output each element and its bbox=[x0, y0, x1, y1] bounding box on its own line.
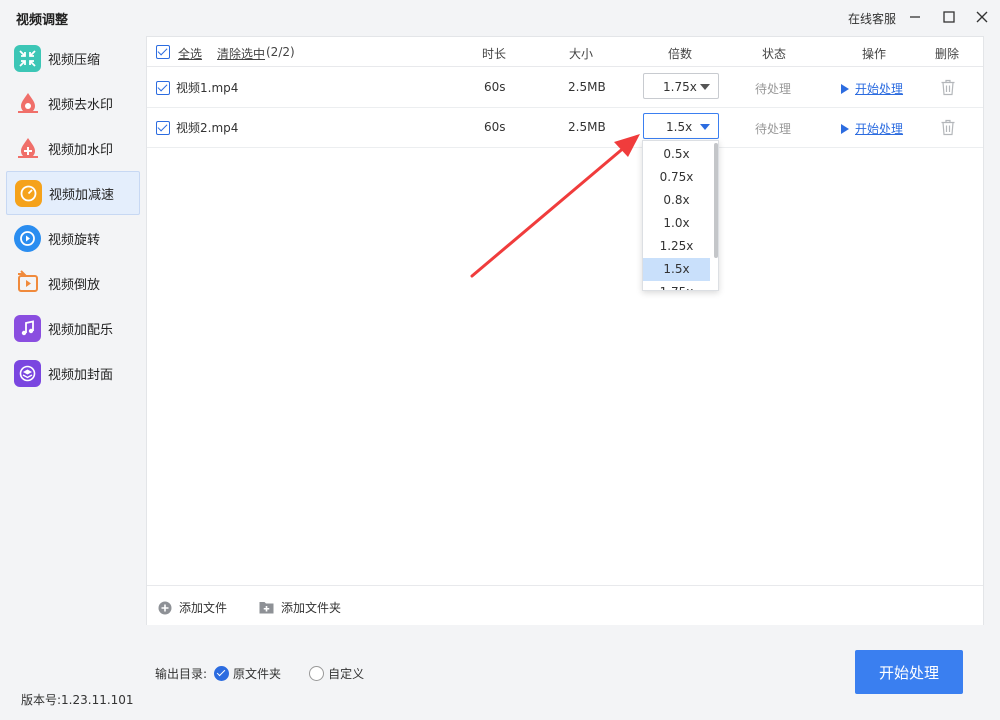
speed-select-value: 1.5x bbox=[666, 120, 693, 134]
table-row: 视频1.mp4 60s 2.5MB 1.75x 待处理 开始处理 bbox=[147, 68, 983, 108]
start-process-label: 开始处理 bbox=[855, 82, 904, 96]
add-folder-label: 添加文件夹 bbox=[281, 601, 342, 615]
reverse-icon bbox=[14, 270, 41, 297]
play-icon bbox=[841, 83, 849, 94]
remove-watermark-icon bbox=[14, 90, 41, 117]
start-process-label: 开始处理 bbox=[855, 122, 904, 136]
sidebar-item-label: 视频加配乐 bbox=[48, 322, 114, 338]
sidebar-item-label: 视频倒放 bbox=[48, 277, 101, 293]
maximize-button[interactable] bbox=[940, 8, 958, 26]
sidebar-item-cover[interactable]: 视频加封面 bbox=[6, 351, 140, 395]
sidebar-item-label: 视频压缩 bbox=[48, 52, 101, 68]
speed-option[interactable]: 0.75x bbox=[643, 166, 710, 189]
output-directory: 输出目录: 原文件夹 自定义 bbox=[155, 665, 364, 682]
trash-icon bbox=[941, 119, 955, 136]
start-process-link[interactable]: 开始处理 bbox=[841, 120, 903, 137]
sidebar-item-label: 视频去水印 bbox=[48, 97, 114, 113]
sidebar-item-speed[interactable]: 视频加减速 bbox=[6, 171, 140, 215]
status-text: 待处理 bbox=[755, 82, 792, 96]
chevron-down-icon bbox=[700, 124, 710, 130]
add-watermark-icon bbox=[14, 135, 41, 162]
speed-option[interactable]: 1.0x bbox=[643, 212, 710, 235]
table-row: 视频2.mp4 60s 2.5MB 1.5x 待处理 开始处理 bbox=[147, 108, 983, 148]
clear-selected-link[interactable]: 清除选中 bbox=[217, 45, 265, 62]
original-folder-label: 原文件夹 bbox=[233, 667, 282, 681]
minimize-button[interactable] bbox=[906, 8, 924, 26]
header-delete: 删除 bbox=[935, 47, 960, 61]
start-processing-button[interactable]: 开始处理 bbox=[855, 650, 963, 694]
close-button[interactable] bbox=[973, 8, 991, 26]
radio-custom-folder[interactable] bbox=[309, 666, 325, 681]
compress-icon bbox=[14, 44, 41, 72]
file-list-panel: 全选 清除选中 (2/2) 时长 大小 倍数 状态 操作 删除 视频1.mp4 … bbox=[146, 36, 984, 625]
delete-button[interactable] bbox=[940, 79, 956, 99]
add-folder-button[interactable]: 添加文件夹 bbox=[259, 599, 341, 616]
file-duration: 60s bbox=[484, 80, 506, 94]
sidebar-item-label: 视频加封面 bbox=[48, 367, 114, 383]
file-size: 2.5MB bbox=[568, 120, 606, 134]
dropdown-scrollbar[interactable] bbox=[714, 143, 718, 258]
trash-icon bbox=[941, 79, 955, 96]
speed-option-selected[interactable]: 1.5x bbox=[643, 258, 710, 281]
folder-plus-icon bbox=[259, 602, 274, 614]
chevron-down-icon bbox=[700, 84, 710, 90]
play-icon bbox=[841, 123, 849, 134]
speed-option[interactable]: 0.8x bbox=[643, 189, 710, 212]
version-label: 版本号:1.23.11.101 bbox=[21, 693, 134, 707]
sidebar-item-label: 视频加减速 bbox=[49, 187, 115, 203]
custom-folder-label: 自定义 bbox=[328, 667, 365, 681]
speed-select[interactable]: 1.75x bbox=[643, 73, 719, 99]
select-all-checkbox[interactable] bbox=[156, 45, 170, 59]
header-action: 操作 bbox=[862, 47, 887, 61]
table-header: 全选 清除选中 (2/2) 时长 大小 倍数 状态 操作 删除 bbox=[147, 37, 983, 67]
header-speed: 倍数 bbox=[668, 47, 693, 61]
sidebar-item-add-watermark[interactable]: 视频加水印 bbox=[6, 126, 140, 170]
sidebar-item-label: 视频加水印 bbox=[48, 142, 114, 158]
add-file-label: 添加文件 bbox=[179, 601, 228, 615]
minimize-icon bbox=[910, 16, 920, 18]
rotate-icon bbox=[14, 224, 41, 252]
add-file-button[interactable]: 添加文件 bbox=[158, 599, 227, 616]
sidebar: 视频压缩 视频去水印 视频加水印 视频加减速 视频旋转 视频倒放 视频加配乐 视… bbox=[0, 36, 146, 720]
row-checkbox[interactable] bbox=[156, 81, 170, 95]
radio-original-folder[interactable] bbox=[214, 666, 230, 681]
music-icon bbox=[14, 314, 41, 342]
file-actions-bar: 添加文件 添加文件夹 bbox=[147, 585, 983, 625]
sidebar-item-remove-watermark[interactable]: 视频去水印 bbox=[6, 81, 140, 125]
cover-icon bbox=[14, 359, 41, 387]
plus-circle-icon bbox=[158, 601, 172, 614]
maximize-icon bbox=[943, 11, 955, 23]
online-support-link[interactable]: 在线客服 bbox=[848, 10, 896, 27]
delete-button[interactable] bbox=[940, 119, 956, 139]
file-name: 视频2.mp4 bbox=[176, 121, 239, 135]
row-checkbox[interactable] bbox=[156, 121, 170, 135]
sidebar-item-rotate[interactable]: 视频旋转 bbox=[6, 216, 140, 260]
app-title: 视频调整 bbox=[16, 13, 69, 28]
file-duration: 60s bbox=[484, 120, 506, 134]
start-process-link[interactable]: 开始处理 bbox=[841, 80, 903, 97]
speed-option[interactable]: 0.5x bbox=[643, 143, 710, 166]
output-label: 输出目录: bbox=[155, 667, 208, 681]
sidebar-item-compress[interactable]: 视频压缩 bbox=[6, 36, 140, 80]
title-bar: 视频调整 在线客服 bbox=[0, 0, 1000, 36]
speed-option[interactable]: 1.25x bbox=[643, 235, 710, 258]
header-size: 大小 bbox=[569, 47, 594, 61]
sidebar-item-music[interactable]: 视频加配乐 bbox=[6, 306, 140, 350]
select-all-link[interactable]: 全选 bbox=[178, 45, 202, 62]
sidebar-item-reverse[interactable]: 视频倒放 bbox=[6, 261, 140, 305]
speed-icon bbox=[15, 179, 42, 207]
file-name: 视频1.mp4 bbox=[176, 81, 239, 95]
speed-dropdown: 0.5x 0.75x 0.8x 1.0x 1.25x 1.5x 1.75x bbox=[642, 140, 719, 291]
file-size: 2.5MB bbox=[568, 80, 606, 94]
status-text: 待处理 bbox=[755, 122, 792, 136]
speed-option[interactable]: 1.75x bbox=[643, 281, 710, 290]
close-icon bbox=[976, 11, 988, 23]
header-duration: 时长 bbox=[482, 47, 507, 61]
selected-count: (2/2) bbox=[266, 45, 295, 59]
sidebar-item-label: 视频旋转 bbox=[48, 232, 101, 248]
speed-select-value: 1.75x bbox=[663, 80, 697, 94]
speed-select[interactable]: 1.5x bbox=[643, 113, 719, 139]
header-status: 状态 bbox=[762, 47, 787, 61]
